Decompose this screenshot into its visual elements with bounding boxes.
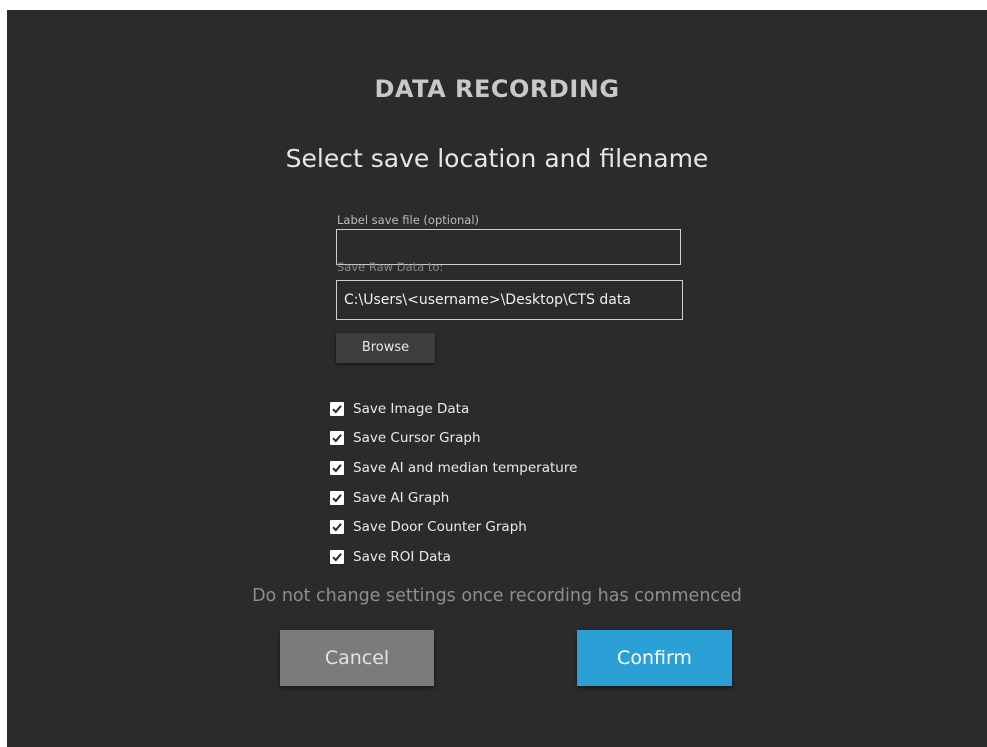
dialog-subtitle: Select save location and filename	[285, 144, 709, 173]
save-ai-graph-option[interactable]: Save AI Graph	[330, 483, 577, 513]
cancel-button[interactable]: Cancel	[280, 630, 434, 686]
save-cursor-graph-option[interactable]: Save Cursor Graph	[330, 424, 577, 454]
option-label: Save Cursor Graph	[353, 430, 481, 447]
data-recording-dialog: DATA RECORDING Select save location and …	[7, 10, 987, 747]
checkbox-checked-icon[interactable]	[330, 520, 344, 535]
save-door-counter-graph-option[interactable]: Save Door Counter Graph	[330, 512, 577, 542]
option-label: Save AI Graph	[353, 489, 450, 506]
save-roi-data-option[interactable]: Save ROI Data	[330, 542, 577, 572]
option-label: Save ROI Data	[353, 548, 451, 565]
save-options-list: Save Image Data Save Cursor Graph Save A…	[330, 394, 577, 572]
save-path-label: Save Raw Data to:	[337, 260, 444, 274]
label-file-label: Label save file (optional)	[337, 213, 480, 227]
checkbox-checked-icon[interactable]	[330, 460, 344, 475]
checkbox-checked-icon[interactable]	[330, 401, 344, 416]
checkbox-checked-icon[interactable]	[330, 549, 344, 564]
save-image-data-option[interactable]: Save Image Data	[330, 394, 577, 424]
option-label: Save Image Data	[353, 400, 470, 417]
option-label: Save Door Counter Graph	[353, 519, 527, 536]
save-ai-median-temperature-option[interactable]: Save AI and median temperature	[330, 453, 577, 483]
checkbox-checked-icon[interactable]	[330, 431, 344, 446]
save-path-input[interactable]: C:\Users\<username>\Desktop\CTS data	[336, 280, 683, 320]
confirm-button[interactable]: Confirm	[577, 630, 732, 686]
dialog-title: DATA RECORDING	[374, 75, 620, 103]
option-label: Save AI and median temperature	[353, 459, 578, 476]
settings-warning: Do not change settings once recording ha…	[252, 586, 742, 606]
checkbox-checked-icon[interactable]	[330, 490, 344, 505]
browse-button[interactable]: Browse	[336, 333, 435, 363]
